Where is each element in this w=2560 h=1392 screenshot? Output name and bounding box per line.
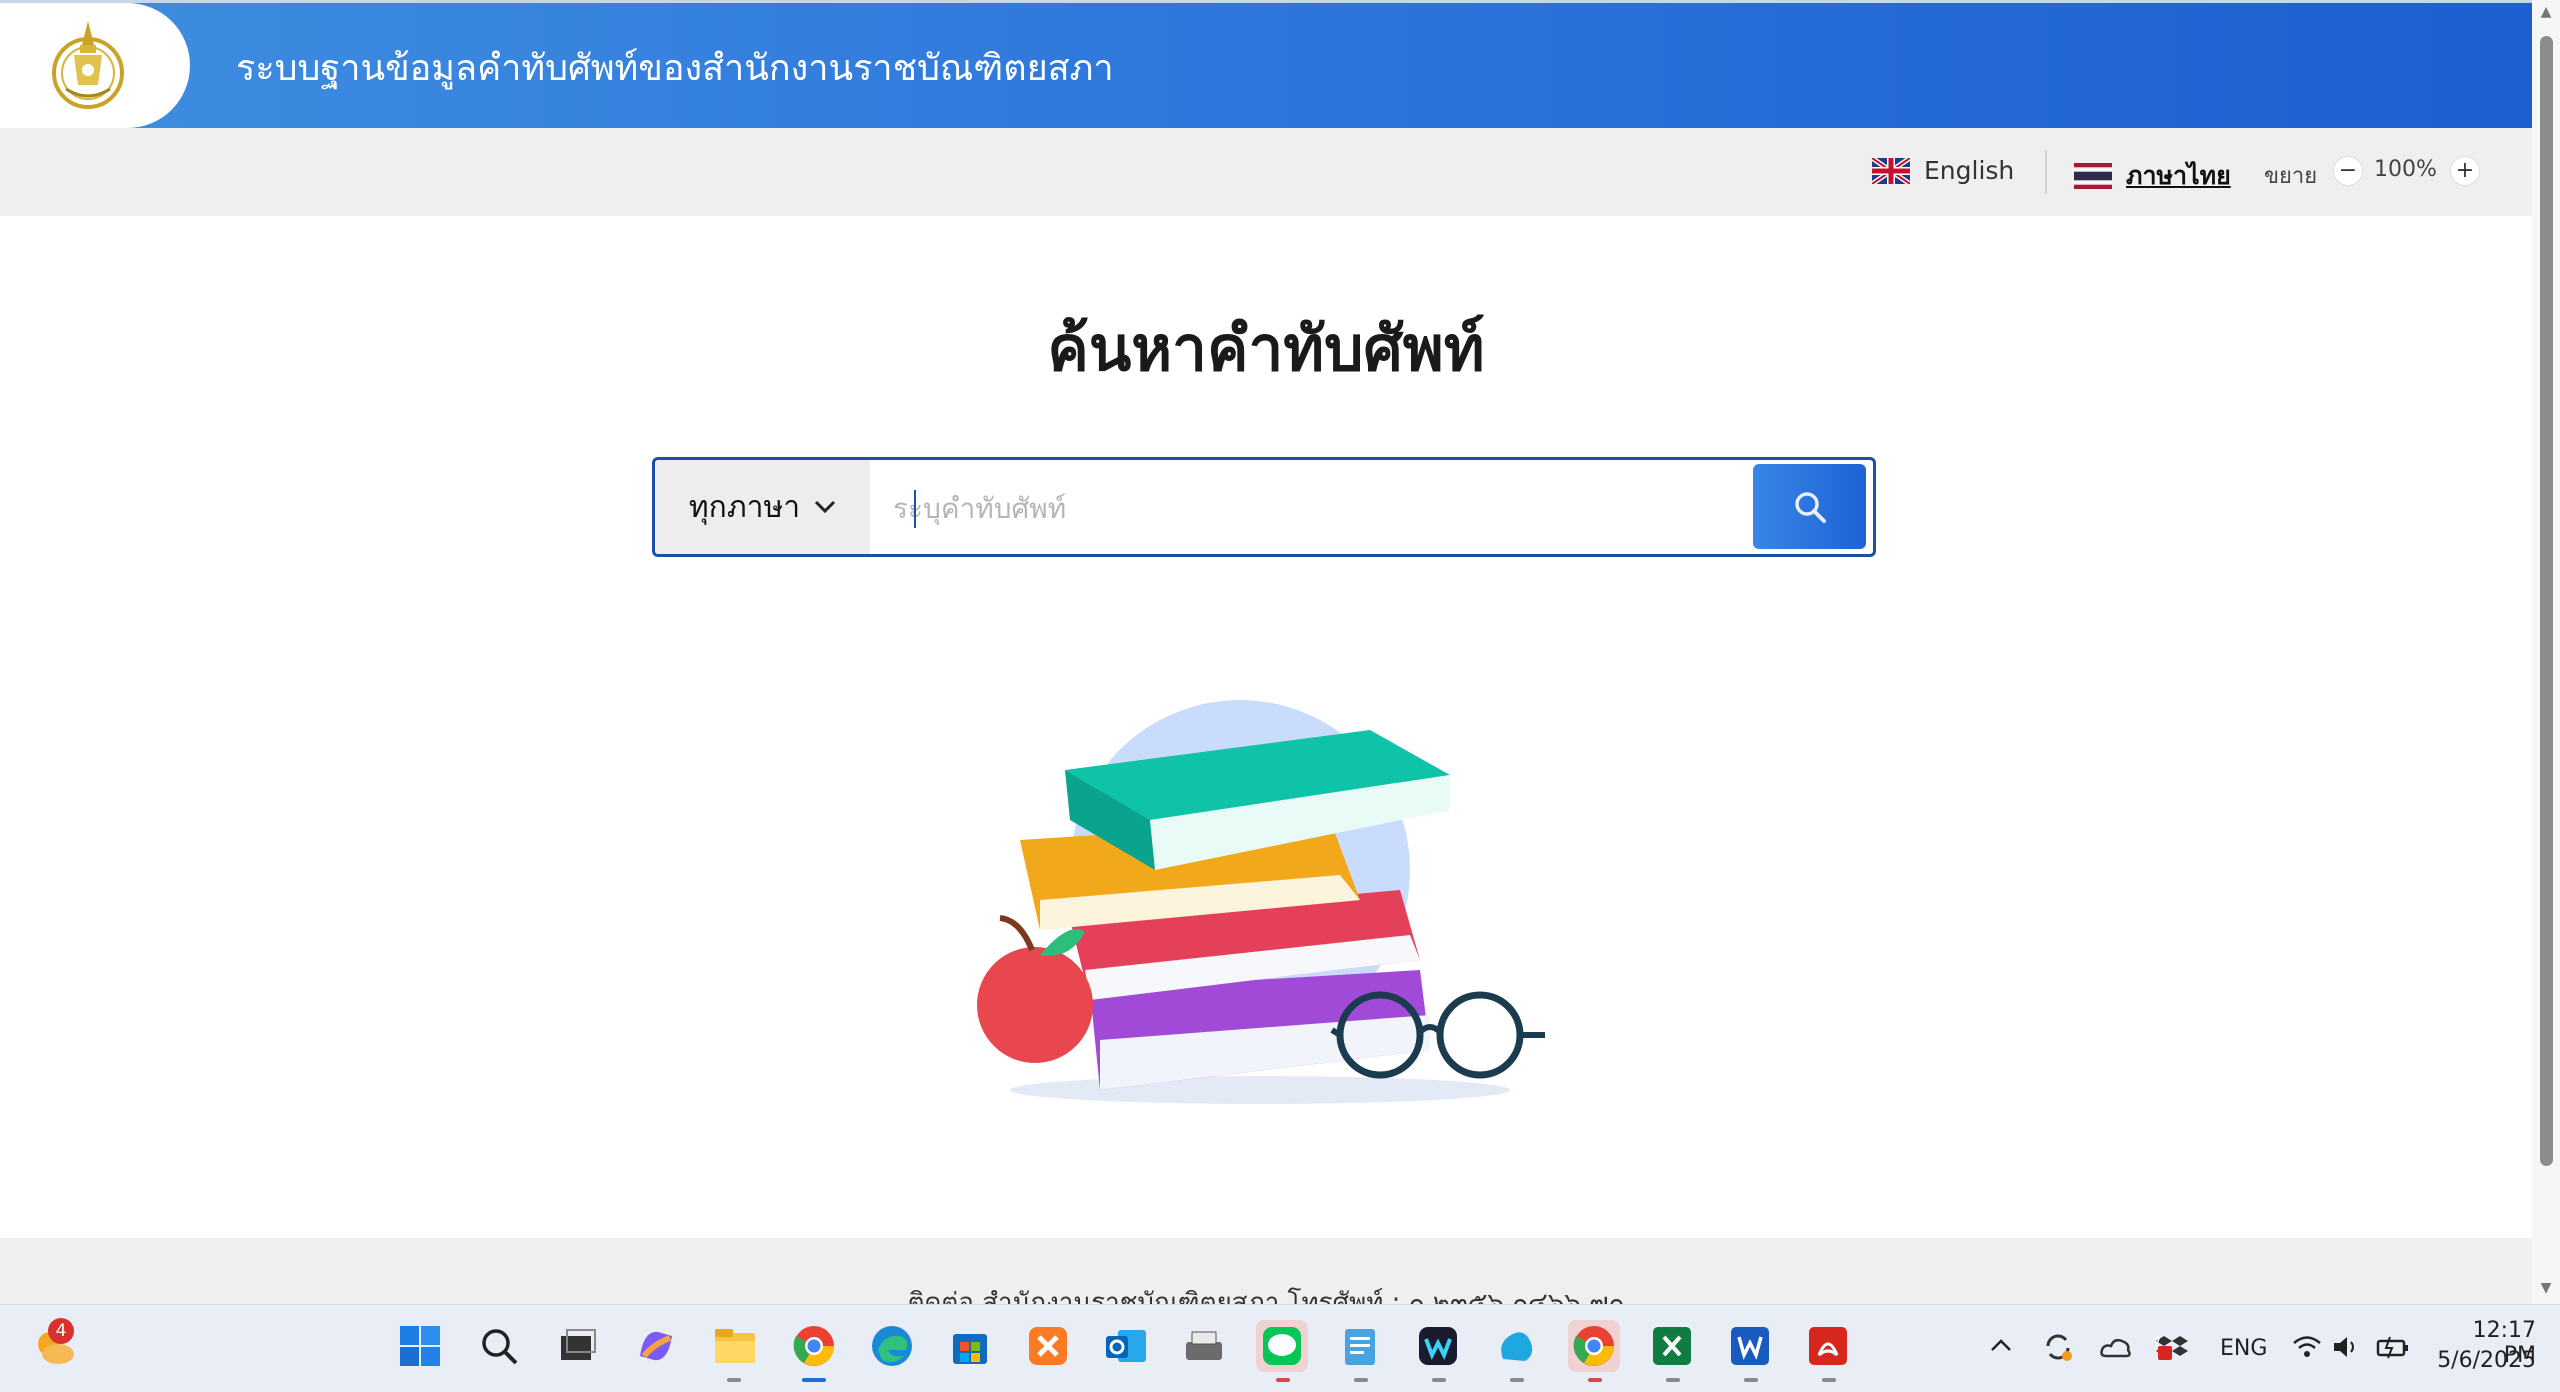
scanner-app-icon[interactable] (1178, 1320, 1230, 1372)
books-illustration (977, 700, 1545, 1104)
zoom-in-button[interactable]: + (2450, 156, 2480, 186)
cloud-app-icon[interactable] (1490, 1320, 1542, 1372)
chevron-down-icon (815, 500, 836, 514)
running-indicator (1510, 1378, 1524, 1382)
notepad-icon[interactable] (1334, 1320, 1386, 1372)
copilot-icon[interactable] (630, 1320, 682, 1372)
search-icon (1794, 491, 1826, 523)
input-language-indicator[interactable]: ENG (2220, 1336, 2267, 1361)
active-indicator (802, 1378, 826, 1382)
scrollbar-thumb[interactable] (2540, 36, 2553, 1166)
onedrive-icon[interactable] (2100, 1336, 2132, 1358)
logo-container[interactable] (0, 3, 190, 128)
zoom-value: 100% (2374, 157, 2437, 182)
outlook-icon[interactable] (1100, 1320, 1152, 1372)
language-thai-label: ภาษาไทย (2126, 161, 2231, 190)
sync-icon[interactable] (2042, 1332, 2074, 1362)
language-english-link[interactable]: English (1872, 156, 2014, 185)
wifi-icon[interactable] (2292, 1334, 2322, 1360)
start-menu-icon[interactable] (394, 1320, 446, 1372)
language-dropdown-value: ทุกภาษา (688, 489, 801, 525)
uk-flag-icon (1872, 157, 1910, 184)
clock-date[interactable]: 5/6/2025 (2434, 1348, 2536, 1373)
battery-icon[interactable] (2376, 1334, 2410, 1360)
zoom-label: ขยาย (2264, 164, 2318, 189)
line-app-icon[interactable] (1256, 1320, 1308, 1372)
task-view-icon[interactable] (551, 1320, 603, 1372)
weather-badge: 4 (48, 1318, 74, 1344)
running-indicator (1666, 1378, 1680, 1382)
chrome-profile-icon[interactable] (788, 1320, 840, 1372)
language-thai-link[interactable]: ภาษาไทย (2074, 156, 2231, 196)
acrobat-icon[interactable] (1802, 1320, 1854, 1372)
show-hidden-icons-chevron-icon[interactable] (1990, 1338, 2012, 1352)
xampp-icon[interactable] (1022, 1320, 1074, 1372)
text-caret (914, 490, 916, 528)
word-icon[interactable] (1724, 1320, 1776, 1372)
thai-flag-icon (2074, 163, 2112, 189)
search-input[interactable] (891, 460, 1395, 554)
language-dropdown[interactable]: ทุกภาษา (655, 460, 870, 554)
excel-icon[interactable] (1646, 1320, 1698, 1372)
site-footer: ติดต่อ สำนักงานราชบัณฑิตยสภา โทรศัพท์ : … (0, 1238, 2532, 1304)
running-indicator (1276, 1378, 1290, 1382)
language-english-label: English (1924, 156, 2015, 185)
webex-icon[interactable] (1412, 1320, 1464, 1372)
tray-badge: 7 (2152, 1336, 2162, 1351)
search-icon[interactable] (473, 1320, 525, 1372)
zoom-out-button[interactable]: − (2333, 156, 2363, 186)
scroll-up-arrow-icon[interactable]: ▲ (2536, 4, 2556, 24)
site-header: ระบบฐานข้อมูลคำทับศัพท์ของสำนักงานราชบัณ… (0, 0, 2532, 128)
search-form: ทุกภาษา (652, 457, 1876, 557)
running-indicator (727, 1378, 741, 1382)
scroll-down-arrow-icon[interactable]: ▼ (2536, 1280, 2556, 1300)
search-button[interactable] (1753, 464, 1866, 549)
running-indicator (1354, 1378, 1368, 1382)
footer-contact: ติดต่อ สำนักงานราชบัณฑิตยสภา โทรศัพท์ : … (907, 1288, 1625, 1304)
running-indicator (1744, 1378, 1758, 1382)
edge-icon[interactable] (866, 1320, 918, 1372)
chrome-icon[interactable] (1568, 1320, 1620, 1372)
running-indicator (1432, 1378, 1446, 1382)
page-title: ค้นหาคำทับศัพท์ (1047, 312, 1485, 385)
running-indicator (1588, 1378, 1602, 1382)
running-indicator (1822, 1378, 1836, 1382)
microsoft-store-icon[interactable] (944, 1320, 996, 1372)
site-title: ระบบฐานข้อมูลคำทับศัพท์ของสำนักงานราชบัณ… (236, 48, 1114, 89)
file-explorer-icon[interactable] (709, 1320, 761, 1372)
royal-society-logo (52, 21, 124, 109)
language-divider (2045, 150, 2047, 194)
volume-icon[interactable] (2332, 1334, 2360, 1360)
